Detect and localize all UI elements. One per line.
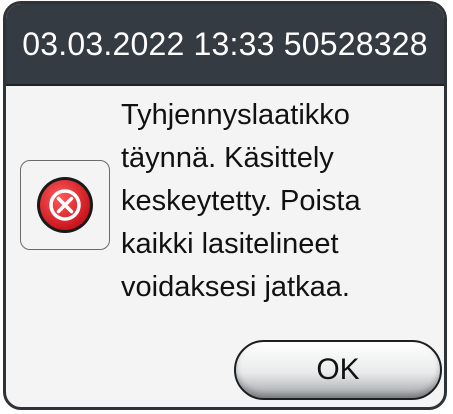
error-icon <box>37 177 93 233</box>
header-serial: 50528328 <box>283 25 428 62</box>
header-datetime: 03.03.2022 13:33 <box>22 25 275 62</box>
dialog-content: Tyhjennyslaatikko täynnä. Käsittely kesk… <box>6 86 444 407</box>
error-icon-frame <box>20 160 110 250</box>
error-dialog: 03.03.2022 13:33 50528328 Tyhjennyslaati… <box>3 1 447 410</box>
ok-button[interactable]: OK <box>234 340 442 400</box>
dialog-titlebar: 03.03.2022 13:33 50528328 <box>6 4 444 86</box>
error-message: Tyhjennyslaatikko täynnä. Käsittely kesk… <box>121 99 361 303</box>
